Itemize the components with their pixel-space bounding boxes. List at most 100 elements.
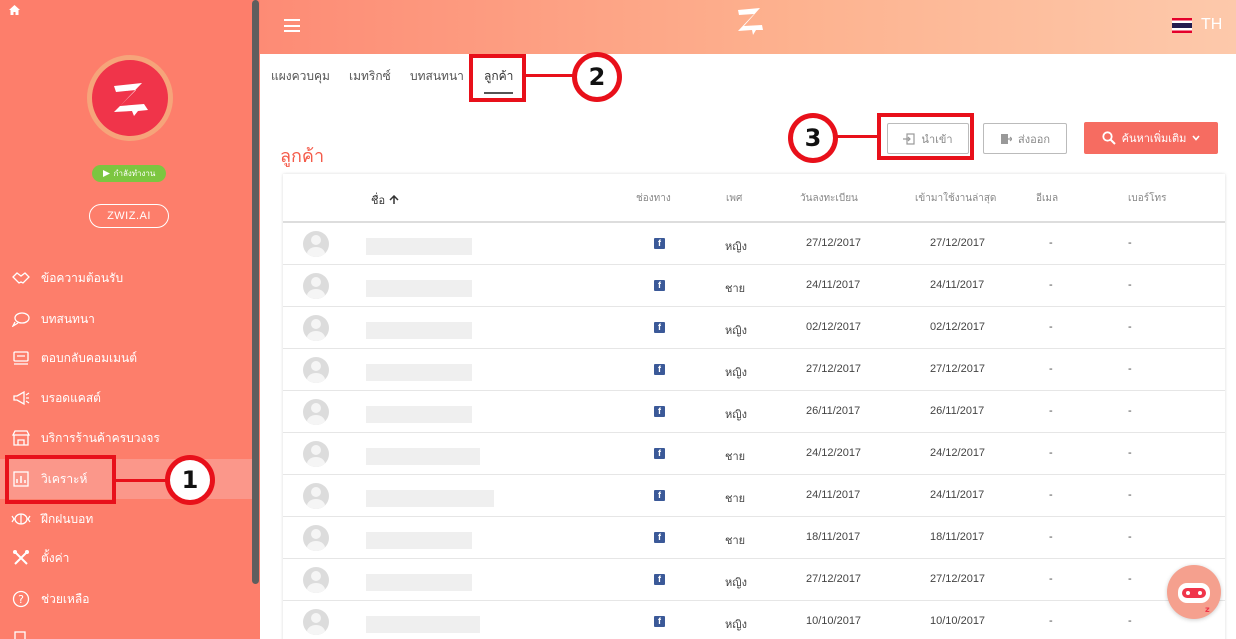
home-icon[interactable] <box>9 4 20 18</box>
sidebar-item-store[interactable]: บริการร้านค้าครบวงจร <box>0 418 252 458</box>
gender-cell: ชาย <box>725 493 746 505</box>
robot-icon: z <box>1178 583 1210 614</box>
last-seen-cell: 24/11/2017 <box>930 489 985 501</box>
email-cell: - <box>1049 615 1053 627</box>
store-icon <box>11 428 31 448</box>
zwiz-logo-icon <box>738 8 763 35</box>
table-row[interactable]: f หญิง 10/10/2017 10/10/2017 - - <box>283 601 1225 639</box>
sidebar-item-broadcast[interactable]: บรอดแคสต์ <box>0 378 252 418</box>
redacted-name <box>366 448 480 465</box>
email-cell: - <box>1049 363 1053 375</box>
sidebar-item-welcome[interactable]: ข้อความต้อนรับ <box>0 258 252 298</box>
last-seen-cell: 18/11/2017 <box>930 531 985 543</box>
email-cell: - <box>1049 489 1053 501</box>
export-button[interactable]: ส่งออก <box>983 123 1067 154</box>
phone-cell: - <box>1128 363 1132 375</box>
last-seen-cell: 10/10/2017 <box>930 615 986 627</box>
email-cell: - <box>1049 447 1053 459</box>
status-badge: กำลังทำงาน <box>92 165 166 182</box>
gender-cell: หญิง <box>725 325 747 337</box>
redacted-name <box>366 238 472 255</box>
gender-cell: หญิง <box>725 367 747 379</box>
tab-dashboard[interactable]: แผงควบคุม <box>271 67 330 86</box>
email-cell: - <box>1049 405 1053 417</box>
export-label: ส่งออก <box>1018 132 1050 146</box>
last-seen-cell: 24/11/2017 <box>930 279 985 291</box>
tab-conversation[interactable]: บทสนทนา <box>410 67 464 86</box>
phone-cell: - <box>1128 531 1132 543</box>
export-icon <box>1001 133 1013 144</box>
advanced-search-button[interactable]: ค้นหาเพิ่มเติม <box>1084 122 1218 154</box>
help-icon: ? <box>11 589 31 609</box>
avatar <box>303 567 329 593</box>
table-row[interactable]: f หญิง 27/12/2017 27/12/2017 - - <box>283 559 1225 601</box>
registered-cell: 24/11/2017 <box>806 279 861 291</box>
avatar <box>303 399 329 425</box>
registered-cell: 27/12/2017 <box>806 573 862 585</box>
sidebar-item-label: บทสนทนา <box>41 311 95 326</box>
table-row[interactable]: f หญิง 26/11/2017 26/11/2017 - - <box>283 391 1225 433</box>
sidebar-scrollbar[interactable] <box>252 0 259 584</box>
sidebar-item-comment-reply[interactable]: ตอบกลับคอมเมนต์ <box>0 338 252 378</box>
last-seen-cell: 02/12/2017 <box>930 321 986 333</box>
table-row[interactable]: f ชาย 24/11/2017 24/11/2017 - - <box>283 265 1225 307</box>
top-bar: TH <box>260 0 1236 54</box>
hamburger-menu-icon[interactable] <box>284 19 300 32</box>
table-row[interactable]: f หญิง 27/12/2017 27/12/2017 - - <box>283 223 1225 265</box>
table-row[interactable]: f ชาย 24/11/2017 24/11/2017 - - <box>283 475 1225 517</box>
bot-avatar <box>87 55 173 141</box>
table-row[interactable]: f หญิง 27/12/2017 27/12/2017 - - <box>283 349 1225 391</box>
avatar <box>303 357 329 383</box>
phone-cell: - <box>1128 321 1132 333</box>
sidebar-item-help[interactable]: ? ช่วยเหลือ <box>0 579 252 619</box>
chat-bubbles-icon <box>11 309 31 329</box>
callout-connector <box>116 479 168 482</box>
avatar <box>303 525 329 551</box>
tools-icon <box>11 548 31 568</box>
registered-cell: 26/11/2017 <box>806 405 861 417</box>
facebook-icon: f <box>654 322 665 333</box>
registered-cell: 24/11/2017 <box>806 489 861 501</box>
last-seen-cell: 27/12/2017 <box>930 573 986 585</box>
email-cell: - <box>1049 531 1053 543</box>
column-header-channel[interactable]: ช่องทาง <box>636 191 671 206</box>
column-header-email[interactable]: อีเมล <box>1036 191 1058 206</box>
chatbot-button[interactable]: z <box>1167 565 1221 619</box>
column-header-phone[interactable]: เบอร์โทร <box>1128 191 1166 206</box>
avatar <box>303 315 329 341</box>
chevron-down-icon <box>1192 135 1200 141</box>
last-seen-cell: 26/11/2017 <box>930 405 985 417</box>
column-header-gender[interactable]: เพศ <box>726 191 742 206</box>
advanced-search-label: ค้นหาเพิ่มเติม <box>1121 132 1187 145</box>
phone-cell: - <box>1128 237 1132 249</box>
last-seen-cell: 27/12/2017 <box>930 363 986 375</box>
sidebar-item-conversation[interactable]: บทสนทนา <box>0 299 252 339</box>
sidebar-item-settings[interactable]: ตั้งค่า <box>0 538 252 578</box>
column-header-name[interactable]: ชื่อ <box>371 191 399 209</box>
facebook-icon: f <box>654 490 665 501</box>
org-button[interactable]: ZWIZ.AI <box>89 204 169 228</box>
sidebar-item-train-bot[interactable]: ฝึกฝนบอท <box>0 499 252 539</box>
table-row[interactable]: f หญิง 02/12/2017 02/12/2017 - - <box>283 307 1225 349</box>
callout-marker-3: 3 <box>788 113 838 163</box>
facebook-icon: f <box>654 238 665 249</box>
column-header-last-seen[interactable]: เข้ามาใช้งานล่าสุด <box>915 191 996 206</box>
play-icon <box>102 170 110 177</box>
sidebar-item-logout[interactable] <box>0 618 252 639</box>
table-row[interactable]: f ชาย 24/12/2017 24/12/2017 - - <box>283 433 1225 475</box>
phone-cell: - <box>1128 573 1132 585</box>
gender-cell: หญิง <box>725 619 747 631</box>
redacted-name <box>366 532 472 549</box>
callout-highlight-import <box>877 113 974 160</box>
brain-icon <box>11 509 31 529</box>
language-label[interactable]: TH <box>1201 16 1222 34</box>
sidebar: กำลังทำงาน ZWIZ.AI ข้อความต้อนรับ บทสนทน… <box>0 0 260 639</box>
callout-marker-2: 2 <box>572 52 622 102</box>
tab-metrics[interactable]: เมทริกซ์ <box>349 67 391 86</box>
thai-flag-icon[interactable] <box>1172 18 1192 33</box>
app-logo[interactable] <box>734 6 766 40</box>
redacted-name <box>366 616 480 633</box>
column-header-registered[interactable]: วันลงทะเบียน <box>800 191 858 206</box>
callout-connector <box>835 135 878 138</box>
table-row[interactable]: f ชาย 18/11/2017 18/11/2017 - - <box>283 517 1225 559</box>
